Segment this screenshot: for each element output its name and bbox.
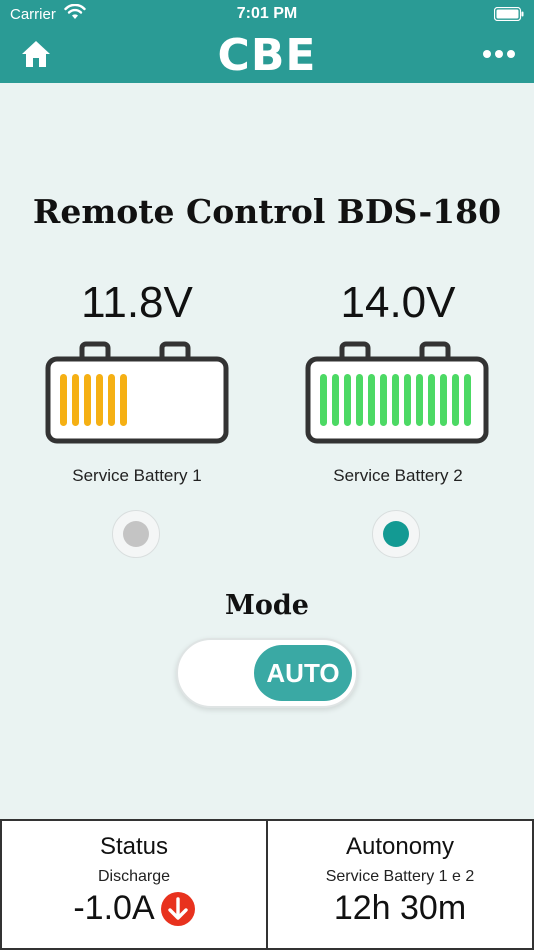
brand-logo: CBE [217,30,317,81]
battery-2-icon [305,341,489,444]
autonomy-title: Autonomy [345,833,455,860]
battery-1-radio[interactable] [112,510,160,558]
charge-bar [404,374,411,426]
status-subtitle: Discharge [97,868,171,885]
status-title: Status [99,833,169,860]
status-panel: Status Discharge -1.0A [0,819,268,950]
battery-1-voltage: 11.8V [81,278,193,327]
mode-toggle[interactable]: AUTO [176,638,358,708]
battery-1-icon [45,341,229,444]
charge-bar [120,374,127,426]
charge-bar [428,374,435,426]
status-bar: Carrier 7:01 PM [0,0,534,28]
charge-bar [464,374,471,426]
status-time: 7:01 PM [236,5,298,22]
radio-dot [123,521,149,547]
charge-bar [60,374,67,426]
charge-bar [108,374,115,426]
more-dots-icon[interactable] [482,48,516,60]
page-title: Remote Control BDS-180 [32,192,502,231]
charge-bar [380,374,387,426]
autonomy-panel: Autonomy Service Battery 1 e 2 12h 30m [266,819,534,950]
battery-icon [494,7,524,21]
charge-bar [344,374,351,426]
charge-bar [440,374,447,426]
status-current-value: -1.0A [73,889,155,927]
charge-bar [332,374,339,426]
autonomy-subtitle: Service Battery 1 e 2 [325,868,475,885]
charge-bar [84,374,91,426]
mode-label: Mode [225,590,309,621]
charge-bar [368,374,375,426]
radio-dot-selected [383,521,409,547]
charge-bar [96,374,103,426]
charge-bar [392,374,399,426]
battery-2-voltage: 14.0V [340,278,456,327]
charge-bar [416,374,423,426]
battery-2-label: Service Battery 2 [333,466,463,485]
autonomy-value-row: 12h 30m [268,889,532,928]
charge-bar [452,374,459,426]
battery-2-radio[interactable] [372,510,420,558]
autonomy-value: 12h 30m [333,889,467,927]
arrow-down-icon [160,891,195,926]
charge-bar [320,374,327,426]
battery-1-label: Service Battery 1 [72,466,202,485]
charge-bar [72,374,79,426]
mode-toggle-knob[interactable]: AUTO [254,645,352,701]
app-header: CBE [0,28,534,83]
charge-bar [356,374,363,426]
status-value-row: -1.0A [2,889,266,928]
